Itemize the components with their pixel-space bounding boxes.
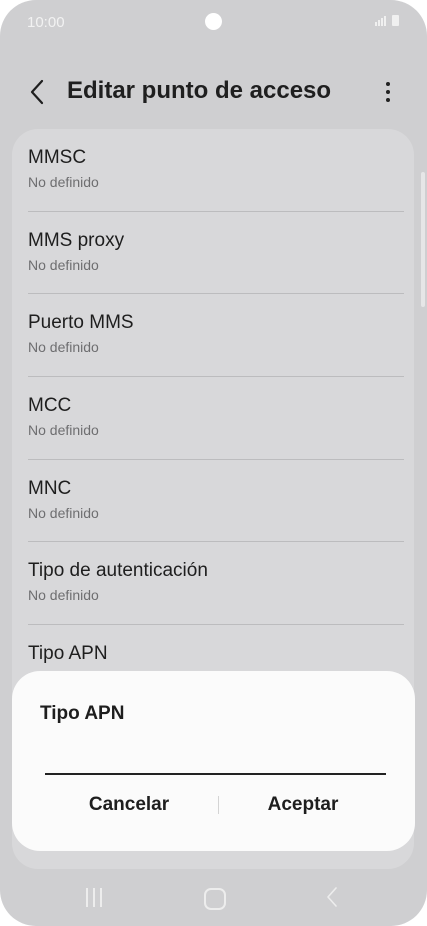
battery-icon (392, 15, 399, 26)
back-icon[interactable] (325, 886, 339, 913)
signal-icon (375, 16, 386, 26)
front-camera (205, 13, 222, 30)
chevron-left-icon (30, 79, 44, 105)
status-time: 10:00 (27, 14, 65, 31)
apn-type-input[interactable] (45, 741, 386, 775)
list-item-title: MMSC (28, 147, 87, 168)
more-options-button[interactable] (375, 74, 401, 110)
accept-button[interactable]: Aceptar (218, 785, 388, 825)
list-item-title: Tipo de autenticación (28, 560, 208, 582)
back-button[interactable] (22, 74, 52, 110)
scrollbar[interactable] (421, 172, 425, 307)
status-icons (375, 15, 399, 26)
list-item-value: No definido (28, 256, 99, 273)
list-item-mmsc[interactable]: MMSC No definido (12, 129, 414, 212)
app-bar: Editar punto de acceso (0, 60, 427, 124)
list-item-mcc[interactable]: MCC No definido (12, 377, 414, 460)
list-item-title: Tipo APN (28, 643, 108, 665)
list-item-value: No definido (28, 174, 99, 190)
list-item-auth-type[interactable]: Tipo de autenticación No definido (12, 542, 414, 626)
list-item-value: No definido (28, 339, 99, 356)
list-item-mms-port[interactable]: Puerto MMS No definido (12, 294, 414, 378)
home-icon[interactable] (204, 888, 226, 910)
status-bar: 10:00 (0, 0, 427, 44)
more-vertical-icon (386, 82, 390, 86)
list-item-value: No definido (28, 422, 99, 439)
cancel-button[interactable]: Cancelar (44, 785, 214, 825)
list-item-value: No definido (28, 504, 99, 521)
list-item-title: Puerto MMS (28, 312, 134, 334)
list-item-title: MCC (28, 395, 72, 417)
list-item-title: MNC (28, 477, 72, 499)
phone-screen: 10:00 Editar punto de acceso MMSC No def… (0, 0, 427, 926)
list-item-value: No definido (28, 587, 99, 604)
recents-icon[interactable] (86, 888, 102, 907)
apn-type-dialog: Tipo APN Cancelar Aceptar (12, 671, 415, 851)
list-item-title: MMS proxy (28, 229, 125, 251)
page-title: Editar punto de acceso (67, 77, 332, 104)
list-item-mnc[interactable]: MNC No definido (12, 460, 414, 543)
dialog-title: Tipo APN (40, 703, 125, 724)
list-item-mms-proxy[interactable]: MMS proxy No definido (12, 212, 414, 295)
navigation-bar (0, 872, 427, 926)
